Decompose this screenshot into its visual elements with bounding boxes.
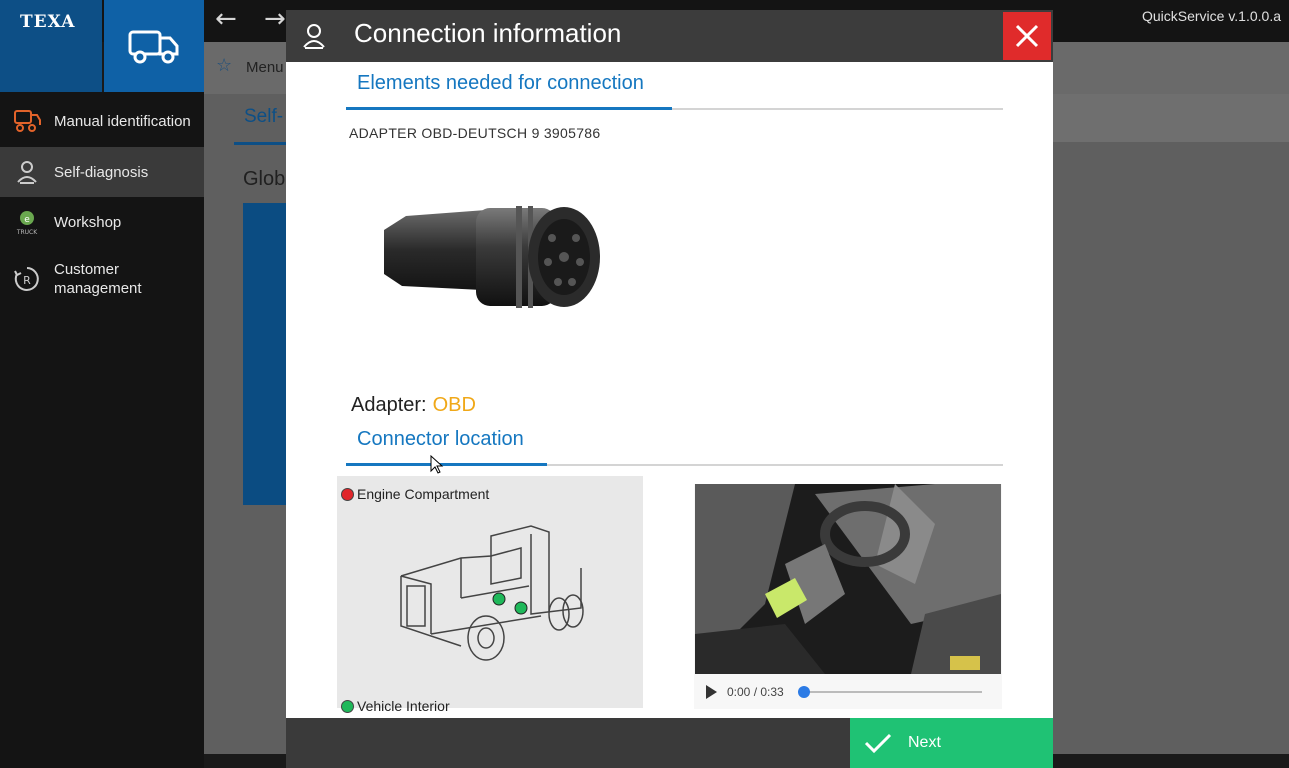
- section-heading: Glob: [243, 168, 286, 190]
- section-active-indicator: [346, 463, 547, 466]
- adapter-code: ADAPTER OBD-DEUTSCH 9 3905786: [349, 125, 601, 141]
- sidebar-item-label: Self-diagnosis: [54, 163, 149, 181]
- workshop-icon: e TRUCK: [0, 207, 54, 237]
- vehicle-type-truck-button[interactable]: [104, 0, 204, 92]
- app-window: TEXA ← → QuickService v.1.0.0.a Manual i…: [0, 0, 1289, 768]
- diagnosis-person-icon: [302, 22, 326, 54]
- legend-engine-compartment: Engine Compartment: [341, 486, 489, 502]
- red-dot-icon: [341, 487, 354, 501]
- svg-text:e: e: [24, 215, 30, 225]
- diagnosis-card[interactable]: [243, 203, 287, 505]
- elements-section-title[interactable]: Elements needed for connection: [357, 72, 644, 95]
- sidebar: Manual identification Self-diagnosis e T…: [0, 92, 204, 768]
- back-arrow-icon[interactable]: ←: [215, 4, 237, 34]
- texa-logo: TEXA: [20, 12, 76, 32]
- connector-video-player: 0:00 / 0:33: [694, 484, 1002, 709]
- sidebar-item-self-diagnosis[interactable]: Self-diagnosis: [0, 147, 204, 197]
- obd-connector-image: [384, 206, 600, 308]
- video-time: 0:00 / 0:33: [727, 685, 784, 699]
- app-version: QuickService v.1.0.0.a: [1141, 8, 1281, 24]
- play-icon[interactable]: [706, 685, 717, 699]
- close-icon: [1015, 24, 1039, 48]
- sidebar-item-customer-management[interactable]: R Customer management: [0, 250, 204, 308]
- logo-box: TEXA: [0, 0, 102, 92]
- svg-text:R: R: [23, 274, 31, 287]
- truck-icon: [128, 30, 179, 64]
- forward-arrow-icon[interactable]: →: [264, 4, 286, 34]
- header-right-panel: [1053, 94, 1289, 142]
- sidebar-item-label: Customer management: [54, 261, 142, 297]
- breadcrumb-menu[interactable]: Menu: [246, 59, 284, 76]
- next-button[interactable]: Next: [850, 718, 1053, 768]
- video-progress-handle[interactable]: [798, 686, 810, 698]
- video-still-image: [695, 484, 1001, 674]
- legend-vehicle-interior: Vehicle Interior: [341, 698, 450, 714]
- truck-diagram: [400, 525, 584, 661]
- green-dot-icon: [341, 699, 354, 713]
- mouse-cursor-icon: [430, 455, 444, 474]
- svg-text:TRUCK: TRUCK: [16, 229, 38, 236]
- adapter-type: Adapter: OBD: [351, 394, 476, 417]
- tab-active-indicator: [234, 142, 294, 145]
- close-button[interactable]: [1003, 12, 1051, 60]
- video-frame[interactable]: [695, 484, 1001, 674]
- sidebar-item-manual-identification[interactable]: Manual identification: [0, 96, 204, 146]
- location-section-title[interactable]: Connector location: [357, 428, 524, 451]
- connection-information-dialog: Connection information Elements needed f…: [286, 10, 1053, 768]
- video-progress-track[interactable]: [804, 691, 982, 693]
- checkmark-icon: [864, 733, 892, 754]
- dialog-header: Connection information: [286, 10, 1053, 62]
- next-button-label: Next: [908, 734, 941, 751]
- adapter-label: Adapter:: [351, 394, 427, 416]
- sidebar-item-label: Manual identification: [54, 112, 191, 130]
- video-controls: 0:00 / 0:33: [694, 678, 1002, 706]
- tab-self-diagnosis[interactable]: Self-: [244, 106, 283, 128]
- sidebar-item-label: Workshop: [54, 213, 122, 231]
- self-diagnosis-icon: [0, 159, 54, 185]
- dialog-title: Connection information: [354, 18, 622, 48]
- section-active-indicator: [346, 107, 672, 110]
- adapter-value: OBD: [432, 394, 476, 416]
- legend-label: Engine Compartment: [357, 486, 490, 502]
- customer-management-icon: R: [0, 265, 54, 293]
- legend-label: Vehicle Interior: [357, 698, 450, 714]
- sidebar-item-workshop[interactable]: e TRUCK Workshop: [0, 197, 204, 247]
- favorite-star-icon[interactable]: ☆: [216, 55, 232, 76]
- connector-location-diagram: Engine Compartment Vehicle Interior: [337, 476, 643, 714]
- manual-identification-icon: [0, 108, 54, 134]
